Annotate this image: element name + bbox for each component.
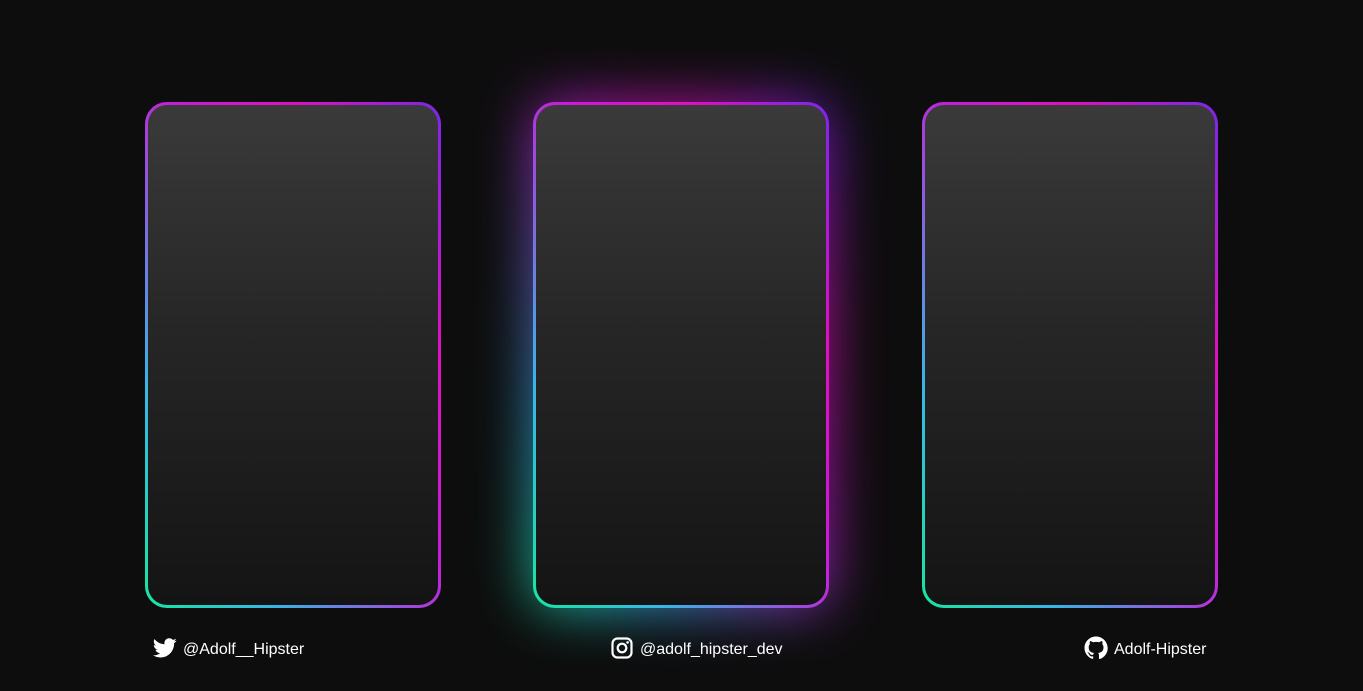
card-right[interactable]	[922, 102, 1218, 608]
instagram-icon	[610, 636, 634, 660]
card-left-body	[148, 105, 438, 605]
twitter-link[interactable]: @Adolf__Hipster	[153, 634, 304, 662]
instagram-link[interactable]: @adolf_hipster_dev	[610, 634, 783, 662]
card-center-body	[536, 105, 826, 605]
github-link[interactable]: Adolf-Hipster	[1084, 634, 1206, 662]
instagram-handle: @adolf_hipster_dev	[640, 640, 783, 658]
card-left[interactable]	[145, 102, 441, 608]
page: @Adolf__Hipster @adolf_hipster_dev Adolf…	[0, 0, 1363, 691]
twitter-icon	[153, 636, 177, 660]
twitter-handle: @Adolf__Hipster	[183, 640, 305, 658]
github-icon	[1084, 636, 1108, 660]
card-center[interactable]	[533, 102, 829, 608]
github-handle: Adolf-Hipster	[1114, 640, 1207, 658]
card-right-body	[925, 105, 1215, 605]
